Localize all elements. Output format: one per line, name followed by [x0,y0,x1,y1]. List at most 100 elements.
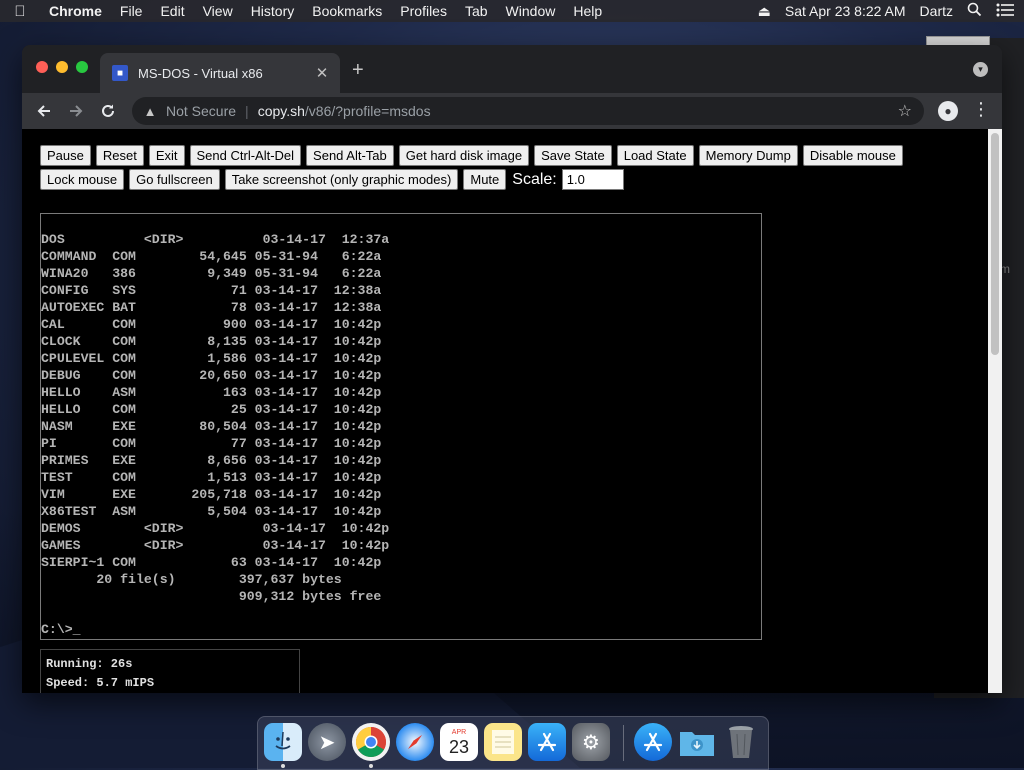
menu-history[interactable]: History [242,3,304,19]
menu-tab[interactable]: Tab [456,3,497,19]
dir-listing-line: COMMAND COM 54,645 05-31-94 6:22a [41,249,382,264]
bookmark-star-icon[interactable]: ☆ [898,101,912,121]
notes-icon[interactable] [484,723,522,761]
eject-icon[interactable]: ⏏ [758,3,771,20]
scale-input[interactable]: 1.0 [561,169,624,190]
v86-favicon-icon: ■ [112,65,128,81]
dir-listing-line: TEST COM 1,513 03-14-17 10:42p [41,470,382,485]
calendar-month: APR [451,728,467,736]
dir-listing-line: CLOCK COM 8,135 03-14-17 10:42p [41,334,382,349]
load-state-button[interactable]: Load State [616,145,694,166]
chrome-running-dot [369,764,373,768]
menu-clock[interactable]: Sat Apr 23 8:22 AM [785,3,906,19]
dir-listing-line: CONFIG SYS 71 03-14-17 12:38a [41,283,382,298]
trash-icon[interactable] [722,723,760,761]
dir-listing-line: DEBUG COM 20,650 03-14-17 10:42p [41,368,382,383]
menu-bar:  Chrome File Edit View History Bookmark… [0,0,1024,22]
send-alt-tab-button[interactable]: Send Alt-Tab [306,145,394,166]
memory-dump-button[interactable]: Memory Dump [698,145,798,166]
reset-button[interactable]: Reset [95,145,144,166]
new-tab-icon[interactable]: + [352,59,364,82]
dir-listing: DOS <DIR> 03-14-17 12:37a COMMAND COM 54,… [41,231,389,605]
tab-search-icon[interactable]: ▾ [973,62,988,77]
forward-icon[interactable] [64,99,88,123]
finder-running-dot [281,764,285,768]
calendar-day: 23 [448,736,470,757]
window-controls [36,61,88,73]
system-preferences-icon[interactable]: ⚙ [572,723,610,761]
save-state-button[interactable]: Save State [534,145,612,166]
take-screenshot-button[interactable]: Take screenshot (only graphic modes) [224,169,459,190]
dir-listing-line: 909,312 bytes free [41,589,382,604]
dir-listing-line: CPULEVEL COM 1,586 03-14-17 10:42p [41,351,382,366]
profile-avatar-icon[interactable]: ● [938,101,958,121]
notification-center-icon[interactable] [996,3,1014,20]
back-icon[interactable] [32,99,56,123]
dir-listing-line: CAL COM 900 03-14-17 10:42p [41,317,382,332]
menu-bookmarks[interactable]: Bookmarks [303,3,391,19]
address-bar[interactable]: ▲ Not Secure | copy.sh/v86/?profile=msdo… [132,97,924,125]
control-row-1: Pause Reset Exit Send Ctrl-Alt-Del Send … [40,145,903,166]
launchpad-icon[interactable]: ➤ [308,723,346,761]
disable-mouse-button[interactable]: Disable mouse [802,145,903,166]
dir-listing-line: PRIMES EXE 8,656 03-14-17 10:42p [41,453,382,468]
zoom-window-button[interactable] [76,61,88,73]
get-hard-disk-image-button[interactable]: Get hard disk image [398,145,530,166]
chrome-window: ■ MS-DOS - Virtual x86 ✕ + ▾ ▲ Not Secur… [22,45,1002,693]
tab-strip: ■ MS-DOS - Virtual x86 ✕ + ▾ [22,45,1002,93]
dir-listing-line: X86TEST ASM 5,504 03-14-17 10:42p [41,504,382,519]
menu-view[interactable]: View [194,3,242,19]
dos-prompt: C:\>_ [41,622,81,637]
emulator-stats: Running: 26s Speed: 5.7 mIPS [40,649,300,693]
menu-app-name[interactable]: Chrome [40,3,111,19]
dock-separator [623,725,624,761]
more-menu-icon[interactable]: ⋮ [972,99,990,120]
exit-button[interactable]: Exit [148,145,185,166]
app-store-installer-icon[interactable] [634,723,672,761]
dir-listing-line: SIERPI~1 COM 63 03-14-17 10:42p [41,555,382,570]
reload-icon[interactable] [96,99,120,123]
go-fullscreen-button[interactable]: Go fullscreen [129,169,220,190]
safari-icon[interactable] [396,723,434,761]
browser-toolbar: ▲ Not Secure | copy.sh/v86/?profile=msdo… [22,93,1002,129]
spotlight-search-icon[interactable] [967,2,982,20]
menu-edit[interactable]: Edit [151,3,193,19]
send-ctrl-alt-del-button[interactable]: Send Ctrl-Alt-Del [189,145,302,166]
security-status[interactable]: Not Secure [166,103,236,119]
dir-listing-line: HELLO ASM 163 03-14-17 10:42p [41,385,382,400]
page-content: Pause Reset Exit Send Ctrl-Alt-Del Send … [22,129,988,693]
page-scrollbar-thumb[interactable] [991,133,999,355]
url-host: copy.sh [257,103,305,119]
dos-screen[interactable]: DOS <DIR> 03-14-17 12:37a COMMAND COM 54,… [40,213,762,640]
downloads-folder-icon[interactable] [678,723,716,761]
tab-title: MS-DOS - Virtual x86 [138,65,263,81]
menu-help[interactable]: Help [564,3,611,19]
close-window-button[interactable] [36,61,48,73]
tab-ms-dos[interactable]: ■ MS-DOS - Virtual x86 ✕ [100,53,340,93]
pause-button[interactable]: Pause [40,145,91,166]
dir-listing-line: DEMOS <DIR> 03-14-17 10:42p [41,521,390,536]
menu-user[interactable]: Dartz [920,3,953,19]
address-separator: | [245,103,249,119]
close-tab-icon[interactable]: ✕ [312,64,332,82]
apple-icon[interactable]:  [0,3,40,20]
control-row-2: Lock mouse Go fullscreen Take screenshot… [40,169,624,190]
menu-profiles[interactable]: Profiles [391,3,456,19]
running-time: Running: 26s [46,657,133,671]
dir-listing-line: PI COM 77 03-14-17 10:42p [41,436,382,451]
menu-window[interactable]: Window [497,3,565,19]
lock-mouse-button[interactable]: Lock mouse [40,169,125,190]
scale-label: Scale: [512,170,557,188]
dir-listing-line: VIM EXE 205,718 03-14-17 10:42p [41,487,382,502]
app-store-icon[interactable] [528,723,566,761]
minimize-window-button[interactable] [56,61,68,73]
url-path: /v86/?profile=msdos [304,103,431,119]
menu-file[interactable]: File [111,3,152,19]
dir-listing-line: DOS <DIR> 03-14-17 12:37a [41,232,390,247]
mute-button[interactable]: Mute [463,169,507,190]
not-secure-warning-icon[interactable]: ▲ [142,104,158,119]
chrome-icon[interactable] [352,723,390,761]
dir-listing-line: AUTOEXEC BAT 78 03-14-17 12:38a [41,300,382,315]
finder-icon[interactable] [264,723,302,761]
calendar-icon[interactable]: APR 23 [440,723,478,761]
